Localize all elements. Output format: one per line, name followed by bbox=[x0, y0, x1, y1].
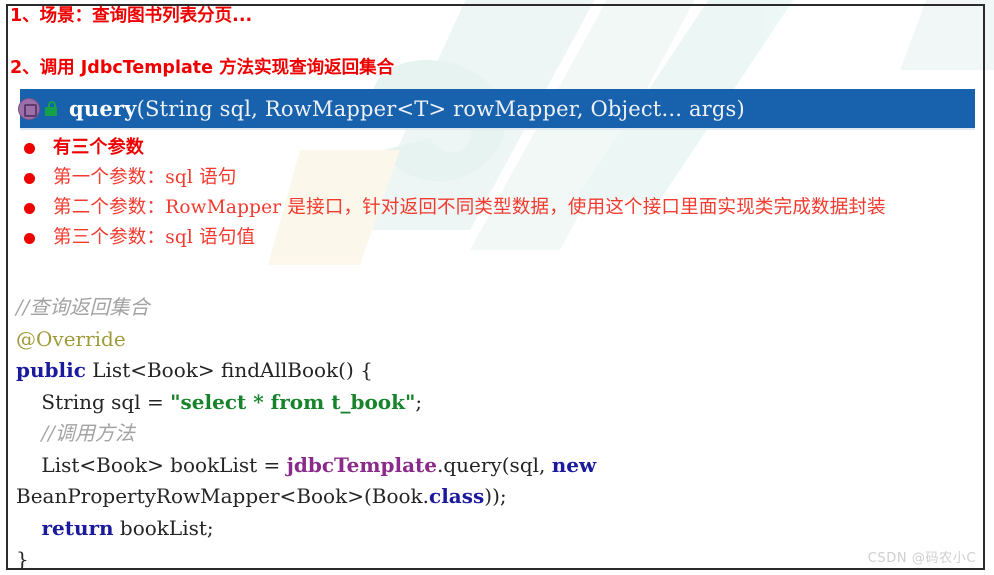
method-params: (String sql, RowMapper<T> rowMapper, Obj… bbox=[136, 97, 745, 121]
code-token: ; bbox=[415, 389, 423, 414]
code-token: @Override bbox=[16, 326, 126, 351]
bullet-item-label: 第一个参数：sql 语句 bbox=[53, 167, 237, 188]
code-line: @Override bbox=[16, 324, 976, 356]
code-token: class bbox=[429, 484, 485, 508]
code-token: } bbox=[16, 547, 29, 571]
bullet-dot-icon bbox=[24, 233, 35, 244]
bullet-item: 第二个参数：RowMapper 是接口，针对返回不同类型数据，使用这个接口里面实… bbox=[14, 194, 980, 222]
bullet-item-label: 第三个参数：sql 语句值 bbox=[53, 227, 256, 248]
code-line: BeanPropertyRowMapper<Book>(Book.class))… bbox=[16, 481, 976, 513]
screenshot-canvas: 1、场景：查询图书列表分页... 2、调用 JdbcTemplate 方法实现查… bbox=[0, 0, 994, 575]
bullet-item-label: 第二个参数：RowMapper 是接口，针对返回不同类型数据，使用这个接口里面实… bbox=[53, 197, 886, 218]
code-line: List<Book> bookList = jdbcTemplate.query… bbox=[16, 450, 976, 482]
bullet-item-label: 有三个参数 bbox=[53, 137, 144, 158]
code-line: return bookList; bbox=[16, 513, 976, 545]
heading-jdbc-suffix: 方法实现查询返回集合 bbox=[213, 58, 395, 78]
code-token: public bbox=[16, 358, 86, 382]
code-token: .query(sql, bbox=[437, 452, 552, 477]
method-signature-bar[interactable]: query(String sql, RowMapper<T> rowMapper… bbox=[18, 89, 975, 128]
code-line: } bbox=[16, 544, 976, 575]
green-lock-icon bbox=[44, 101, 58, 116]
bullet-dot-icon bbox=[24, 203, 35, 214]
code-line: //查询返回集合 bbox=[16, 292, 976, 324]
code-line: //调用方法 bbox=[16, 418, 976, 450]
bullet-item: 有三个参数 bbox=[14, 134, 980, 162]
code-token: new bbox=[551, 452, 597, 477]
method-name: query bbox=[69, 96, 137, 121]
parameter-bullet-list: 有三个参数第一个参数：sql 语句第二个参数：RowMapper 是接口，针对返… bbox=[14, 134, 980, 254]
java-code-block: //查询返回集合 @Override public List<Book> findA… bbox=[16, 292, 976, 575]
code-token: "select * from t_book" bbox=[170, 389, 416, 414]
code-token: //查询返回集合 bbox=[16, 295, 150, 319]
code-token: List<Book> bookList = bbox=[16, 452, 287, 477]
heading-scenario-text: 1、场景：查询图书列表分页... bbox=[10, 6, 253, 26]
heading-jdbc-api: JdbcTemplate bbox=[80, 58, 214, 78]
bullet-dot-icon bbox=[24, 173, 35, 184]
code-line: public List<Book> findAllBook() { bbox=[16, 355, 976, 387]
code-token: bookList; bbox=[113, 515, 214, 540]
method-signature-text: query(String sql, RowMapper<T> rowMapper… bbox=[69, 96, 745, 121]
code-token: return bbox=[41, 515, 114, 540]
heading-jdbctemplate: 2、调用 JdbcTemplate 方法实现查询返回集合 bbox=[10, 58, 394, 80]
bullet-dot-icon bbox=[24, 143, 35, 154]
method-circle-icon bbox=[18, 97, 40, 120]
code-token: //调用方法 bbox=[41, 421, 135, 445]
csdn-credit: CSDN @码农小C bbox=[867, 551, 976, 566]
code-line: String sql = "select * from t_book"; bbox=[16, 387, 976, 419]
bullet-item: 第三个参数：sql 语句值 bbox=[14, 224, 980, 252]
code-token: List<Book> findAllBook() { bbox=[85, 358, 373, 382]
code-token: BeanPropertyRowMapper<Book>(Book. bbox=[16, 484, 430, 508]
code-token: String sql = bbox=[16, 389, 171, 414]
heading-scenario: 1、场景：查询图书列表分页... bbox=[10, 6, 252, 28]
code-token: jdbcTemplate bbox=[286, 452, 438, 477]
bullet-item: 第一个参数：sql 语句 bbox=[14, 164, 980, 192]
heading-jdbc-prefix: 2、调用 bbox=[10, 58, 81, 78]
code-token: )); bbox=[484, 484, 507, 508]
